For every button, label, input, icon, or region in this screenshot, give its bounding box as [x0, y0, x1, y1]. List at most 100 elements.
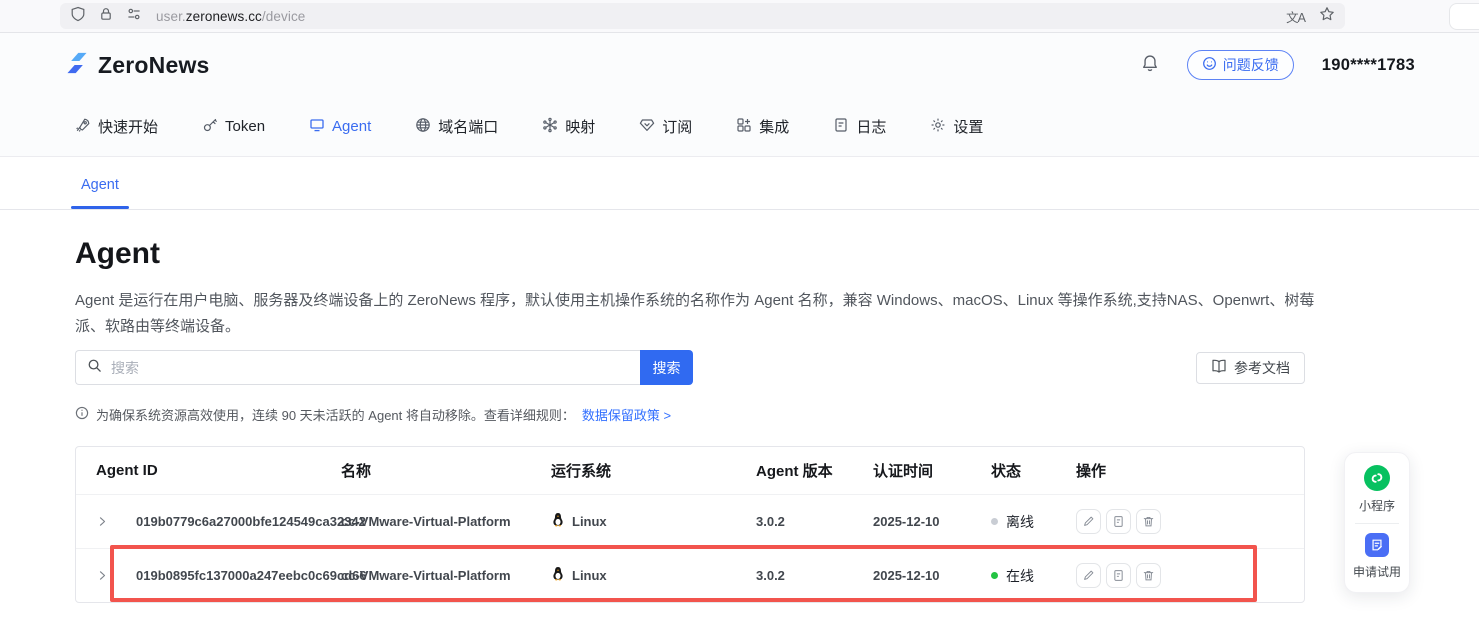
retention-notice: 为确保系统资源高效使用，连续 90 天未活跃的 Agent 将自动移除。查看详细…	[75, 405, 1404, 424]
docs-button[interactable]: 参考文档	[1196, 352, 1305, 384]
edit-button[interactable]	[1076, 509, 1101, 534]
feedback-button[interactable]: 问题反馈	[1187, 50, 1294, 80]
delete-button[interactable]	[1136, 509, 1161, 534]
notice-text: 为确保系统资源高效使用，连续 90 天未活跃的 Agent 将自动移除。查看详细…	[96, 405, 575, 424]
shield-icon[interactable]	[70, 6, 86, 27]
os-cell: Linux	[551, 512, 756, 531]
key-icon	[202, 117, 218, 137]
translate-icon[interactable]: 文A	[1286, 7, 1305, 26]
site-header: ZeroNews 问题反馈 190****1783	[0, 33, 1479, 97]
page-title: Agent	[75, 236, 1404, 272]
bookmark-star-icon[interactable]	[1319, 6, 1335, 27]
lock-icon[interactable]	[98, 6, 114, 27]
edit-button[interactable]	[1076, 563, 1101, 588]
auth-time: 2025-12-10	[873, 514, 991, 529]
status-label: 离线	[1006, 512, 1034, 532]
agent-name: cc-VMware-Virtual-Platform	[341, 514, 551, 529]
delete-button[interactable]	[1136, 563, 1161, 588]
url-path: /device	[262, 9, 305, 24]
agent-id: 019b0779c6a27000bfe124549ca32342	[136, 514, 341, 529]
nav-item-integration[interactable]: 集成	[736, 116, 789, 137]
os-cell: Linux	[551, 566, 756, 585]
detail-button[interactable]	[1106, 509, 1131, 534]
status-cell: 在线	[991, 566, 1076, 586]
browser-bar: user.zeronews.cc/device 文A	[0, 0, 1479, 33]
actions-cell	[1076, 509, 1284, 534]
col-name: 名称	[341, 460, 551, 481]
search-button[interactable]: 搜索	[640, 350, 693, 385]
widget-divider	[1355, 523, 1399, 524]
agent-version: 3.0.2	[756, 514, 873, 529]
integration-icon	[736, 117, 752, 137]
zeronews-logo-icon	[64, 50, 90, 81]
nav-item-token[interactable]: Token	[202, 117, 265, 137]
account-phone[interactable]: 190****1783	[1322, 56, 1415, 75]
nav-item-mapping[interactable]: 映射	[542, 116, 595, 137]
nav-label: 设置	[953, 116, 983, 137]
globe-icon	[415, 117, 431, 137]
url-domain: zeronews.cc	[186, 9, 262, 24]
agent-table: Agent ID 名称 运行系统 Agent 版本 认证时间 状态 操作 019…	[75, 446, 1305, 603]
os-label: Linux	[572, 514, 607, 529]
nav-item-settings[interactable]: 设置	[930, 116, 983, 137]
monitor-icon	[309, 117, 325, 137]
search-input[interactable]	[111, 360, 629, 376]
browser-chrome-fragment	[1449, 3, 1479, 30]
brand-name: ZeroNews	[98, 52, 210, 79]
status-label: 在线	[1006, 566, 1034, 586]
main-nav: 快速开始 Token Agent 域名端口 映射	[0, 97, 1479, 157]
notification-bell-icon[interactable]	[1141, 54, 1159, 77]
col-actions: 操作	[1076, 460, 1284, 481]
rocket-icon	[75, 117, 91, 137]
mini-program-label[interactable]: 小程序	[1359, 497, 1395, 514]
trial-label[interactable]: 申请试用	[1353, 563, 1401, 580]
nav-item-quickstart[interactable]: 快速开始	[75, 116, 158, 137]
search-icon	[87, 358, 102, 378]
nav-label: 快速开始	[98, 116, 158, 137]
col-status: 状态	[991, 460, 1076, 481]
expand-chevron-icon[interactable]	[96, 515, 136, 528]
nav-item-subscription[interactable]: 订阅	[639, 116, 692, 137]
subtab-bar: Agent	[0, 157, 1479, 210]
auth-time: 2025-12-10	[873, 568, 991, 583]
os-label: Linux	[572, 568, 607, 583]
content: Agent Agent 是运行在用户电脑、服务器及终端设备上的 ZeroNews…	[0, 210, 1479, 603]
status-dot-online	[991, 572, 998, 579]
retention-policy-link[interactable]: 数据保留政策 >	[582, 405, 671, 424]
permissions-icon[interactable]	[126, 6, 142, 27]
table-header: Agent ID 名称 运行系统 Agent 版本 认证时间 状态 操作	[76, 447, 1304, 494]
agent-version: 3.0.2	[756, 568, 873, 583]
page: user.zeronews.cc/device 文A ZeroNews	[0, 0, 1479, 640]
nav-item-agent[interactable]: Agent	[309, 117, 371, 137]
nav-item-logs[interactable]: 日志	[833, 116, 886, 137]
search-box	[75, 350, 640, 385]
status-cell: 离线	[991, 512, 1076, 532]
actions-cell	[1076, 563, 1284, 588]
table-row: 019b0895fc137000a247eebc0c69cd66 cc-VMwa…	[76, 548, 1304, 602]
brand[interactable]: ZeroNews	[64, 50, 210, 81]
book-icon	[1211, 358, 1227, 377]
docs-button-label: 参考文档	[1234, 358, 1290, 378]
tab-agent[interactable]: Agent	[75, 177, 125, 209]
url-subdomain: user.	[156, 9, 186, 24]
detail-button[interactable]	[1106, 563, 1131, 588]
feedback-label: 问题反馈	[1223, 55, 1279, 75]
trial-icon[interactable]	[1365, 533, 1389, 557]
smiley-icon	[1202, 56, 1217, 74]
table-row: 019b0779c6a27000bfe124549ca32342 cc-VMwa…	[76, 494, 1304, 548]
page-description: Agent 是运行在用户电脑、服务器及终端设备上的 ZeroNews 程序，默认…	[75, 288, 1320, 340]
col-agent-id: Agent ID	[96, 462, 341, 479]
url-bar[interactable]: user.zeronews.cc/device 文A	[60, 3, 1345, 29]
nav-label: Token	[225, 118, 265, 135]
float-widget: 小程序 申请试用	[1344, 452, 1410, 593]
nav-label: 日志	[856, 116, 886, 137]
expand-chevron-icon[interactable]	[96, 569, 136, 582]
linux-penguin-icon	[551, 566, 565, 585]
mini-program-icon[interactable]	[1364, 465, 1390, 491]
nav-label: 订阅	[662, 116, 692, 137]
nav-item-domains[interactable]: 域名端口	[415, 116, 498, 137]
col-auth-time: 认证时间	[873, 460, 991, 481]
nav-label: 集成	[759, 116, 789, 137]
info-icon	[75, 406, 89, 423]
nav-label: Agent	[332, 118, 371, 135]
